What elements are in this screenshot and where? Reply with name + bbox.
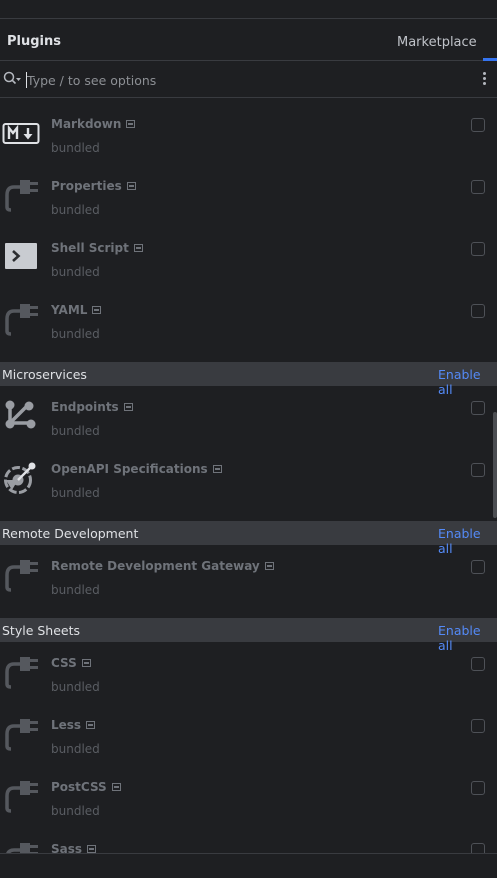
openapi-icon [4, 462, 36, 494]
plugin-row-less[interactable]: Less bundled [0, 701, 497, 763]
plugin-row-yaml[interactable]: YAML bundled [0, 286, 497, 348]
plugin-name: Sass [51, 842, 97, 853]
vertical-scrollbar[interactable] [493, 412, 497, 518]
bundled-badge-icon [126, 182, 136, 190]
plugin-name: Remote Development Gateway [51, 559, 274, 573]
plugin-status: bundled [51, 203, 100, 217]
plugin-status: bundled [51, 680, 100, 694]
plugin-plug-icon [5, 841, 40, 853]
window-top-strip [0, 0, 497, 19]
bundled-badge-icon [81, 659, 91, 667]
plugin-row-shell-script[interactable]: Shell Script bundled [0, 224, 497, 286]
plugin-enable-checkbox[interactable] [471, 657, 485, 671]
endpoints-icon [5, 400, 36, 429]
plugin-row-postcss[interactable]: PostCSS bundled [0, 763, 497, 825]
bundled-badge-icon [87, 845, 97, 853]
plugin-enable-checkbox[interactable] [471, 463, 485, 477]
bundled-badge-icon [264, 562, 274, 570]
plugin-plug-icon [5, 302, 40, 336]
plugin-name: Endpoints [51, 400, 133, 414]
search-icon[interactable] [3, 71, 21, 87]
plugin-status: bundled [51, 265, 100, 279]
search-bar [0, 61, 497, 98]
plugin-enable-checkbox[interactable] [471, 843, 485, 853]
group-title: Microservices [2, 367, 87, 382]
plugins-header: Plugins Marketplace [0, 19, 497, 61]
plugin-plug-icon [5, 655, 40, 689]
plugin-name: Less [51, 718, 96, 732]
plugin-plug-icon [5, 178, 40, 212]
page-title: Plugins [7, 34, 61, 49]
plugin-status: bundled [51, 424, 100, 438]
terminal-icon [5, 243, 37, 269]
plugin-enable-checkbox[interactable] [471, 180, 485, 194]
plugin-row-markdown[interactable]: Markdown bundled [0, 100, 497, 162]
plugin-row-sass[interactable]: Sass bundled [0, 825, 497, 853]
plugin-row-remote-development-gateway[interactable]: Remote Development Gateway bundled [0, 542, 497, 604]
plugin-enable-checkbox[interactable] [471, 560, 485, 574]
plugin-status: bundled [51, 141, 100, 155]
plugin-name: OpenAPI Specifications [51, 462, 222, 476]
plugin-enable-checkbox[interactable] [471, 401, 485, 415]
bundled-badge-icon [111, 783, 121, 791]
plugin-enable-checkbox[interactable] [471, 719, 485, 733]
search-input[interactable] [27, 70, 467, 90]
plugin-name: YAML [51, 303, 102, 317]
plugin-name: Markdown [51, 117, 136, 131]
plugin-status: bundled [51, 804, 100, 818]
plugin-status: bundled [51, 583, 100, 597]
bundled-badge-icon [92, 306, 102, 314]
tab-marketplace[interactable]: Marketplace [397, 35, 477, 50]
plugin-name: CSS [51, 656, 91, 670]
plugin-plug-icon [5, 717, 40, 751]
plugin-list: Markdown bundled Properties bundled Shel… [0, 98, 497, 853]
plugin-plug-icon [5, 779, 40, 813]
group-title: Style Sheets [2, 623, 81, 638]
markdown-icon [2, 123, 40, 144]
plugin-row-endpoints[interactable]: Endpoints bundled [0, 383, 497, 445]
plugin-enable-checkbox[interactable] [471, 781, 485, 795]
plugin-status: bundled [51, 486, 100, 500]
plugin-row-css[interactable]: CSS bundled [0, 639, 497, 701]
plugin-status: bundled [51, 327, 100, 341]
plugin-enable-checkbox[interactable] [471, 304, 485, 318]
plugin-name: Shell Script [51, 241, 143, 255]
plugin-status: bundled [51, 742, 100, 756]
more-options-icon[interactable] [481, 71, 487, 87]
bundled-badge-icon [212, 465, 222, 473]
bottom-bar [0, 853, 497, 878]
plugin-row-openapi[interactable]: OpenAPI Specifications bundled [0, 445, 497, 507]
plugin-enable-checkbox[interactable] [471, 242, 485, 256]
bundled-badge-icon [133, 244, 143, 252]
plugin-row-properties[interactable]: Properties bundled [0, 162, 497, 224]
bundled-badge-icon [126, 120, 136, 128]
bundled-badge-icon [86, 721, 96, 729]
plugin-enable-checkbox[interactable] [471, 118, 485, 132]
plugin-plug-icon [5, 558, 40, 592]
plugin-name: Properties [51, 179, 136, 193]
plugin-name: PostCSS [51, 780, 121, 794]
group-title: Remote Development [2, 526, 139, 541]
bundled-badge-icon [123, 403, 133, 411]
